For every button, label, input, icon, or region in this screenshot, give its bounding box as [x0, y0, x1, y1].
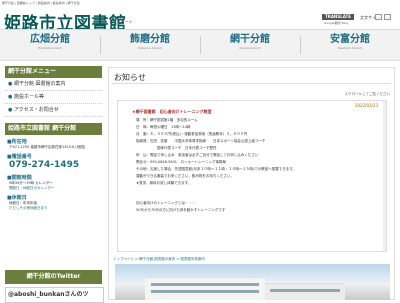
article-line: 50代から70代の方に向けた体を動かすトレーニングです — [136, 208, 226, 212]
article-line: その他：欠席した場合、先週図書館(月末１０時～１１時・１４時～１５時)での教室へ… — [136, 167, 296, 171]
library-building-photo — [115, 264, 390, 300]
nav-sub: Shikama branch — [137, 46, 163, 50]
branch-info-title: 姫路市立図書館 網干分館 — [5, 123, 102, 135]
nav-hirohata[interactable]: 広畑分館 Hirohata branch — [2, 34, 98, 56]
sidebar-item-facility[interactable]: ● 施設ホール等 — [5, 91, 102, 104]
nav-label: 安富分館 — [330, 34, 370, 45]
nav-sub: Hirohata branch — [37, 46, 63, 50]
hours-label: ■開館時間 — [7, 175, 32, 181]
address-text: 〒671-1255 姫路市網干区新在家1429-6 [地図] — [9, 145, 86, 149]
building-shape — [265, 283, 345, 300]
address-label: ■所在地 — [7, 139, 27, 145]
scrollbar[interactable] — [383, 101, 386, 251]
notice-scroll-box[interactable]: 2022/03/23 ★網干図書館 初心者向けトレーニング教室 場 所：網干図書… — [117, 100, 387, 252]
sidebar-item-access[interactable]: ● アクセス・お問合せ — [5, 104, 102, 117]
font-size-large-button[interactable] — [384, 14, 391, 20]
closed-link[interactable]: ただしその他休館日あり — [5, 206, 102, 211]
nav-divider — [300, 36, 301, 54]
sidebar-menu-title: 網干分館メニュー — [5, 66, 102, 78]
article-title: ★網干図書館 初心者向けトレーニング教室 — [132, 109, 212, 114]
nav-label: 広畑分館 — [30, 34, 70, 45]
article-line: 場 所：網干図書館1階 多目的ルーム — [136, 118, 198, 122]
phone-number[interactable]: 079-274-1495 — [5, 160, 102, 171]
top-breadcrumb-line: 網干分館 | 図書館トップ | 施設案内 | 各館案内 | 網干分館 — [2, 1, 80, 5]
article-line: 初心者向けのトレーニングとは・・・ — [136, 201, 196, 205]
breadcrumb[interactable]: トップページ > 網干分館 図書館の案内 > 図書館写真案内 — [113, 257, 205, 262]
twitter-title: 網干分館のTwitter — [5, 270, 102, 284]
sidebar-item-guide[interactable]: ● 網干分館 図書館の案内 — [5, 78, 102, 91]
twitter-account-link[interactable]: @aboshi_bunkanさんのツ — [5, 287, 104, 303]
font-size-standard-button[interactable] — [375, 14, 382, 20]
sidebar: 網干分館メニュー ● 網干分館 図書館の案内 ● 施設ホール等 ● アクセス・お… — [5, 66, 102, 211]
article-line: 問合せ：090-0648-5641 ロッキートレーニング事務局 — [136, 160, 227, 164]
building-shape — [145, 277, 265, 300]
nav-label: 網干分館 — [230, 34, 270, 45]
translate-powered: Google翻訳 Bing — [324, 21, 349, 25]
nav-yasutomi[interactable]: 安富分館 Yasutomi branch — [302, 34, 398, 56]
menu-label: アクセス・お問合せ — [13, 107, 59, 113]
window-band — [151, 283, 259, 286]
nav-aboshi[interactable]: 網干分館 Aboshi branch — [202, 34, 298, 56]
window-band — [151, 290, 259, 293]
home-link[interactable]: > トップページ — [104, 19, 133, 25]
main-content: お知らせ スクロールしてご覧ください 2022/03/23 ★網干図書館 初心者… — [108, 67, 395, 300]
heading-divider — [112, 83, 391, 84]
nav-sub: Yasutomi branch — [337, 46, 363, 50]
translate-button[interactable]: TRANSLATE — [322, 14, 354, 20]
article-line: 国体代表コーチ 日本代表コーチ歴任 — [136, 146, 217, 150]
branch-navigation: 広畑分館 Hirohata branch 飾磨分館 Shikama branch… — [0, 29, 400, 61]
nav-sub: Aboshi branch — [239, 46, 261, 50]
nav-divider — [200, 36, 201, 54]
article-line: 申 込：電話で申し込み 参加者は必ずご自分で電話してお申し込みください — [136, 153, 259, 157]
closed-label: ■休館日 — [7, 195, 27, 201]
menu-label: 施設ホール等 — [13, 94, 44, 100]
nav-label: 飾磨分館 — [130, 34, 170, 45]
menu-label: 網干分館 図書館の案内 — [13, 81, 66, 87]
article-line: 指導員：石田 佐藤 中国大学体育学指導 日本スポーツ協会公認上級コーチ — [136, 139, 266, 143]
window-band — [270, 289, 340, 292]
nav-shikama[interactable]: 飾磨分館 Shikama branch — [102, 34, 198, 56]
article-line: 月 謝：６，０００円(税込)・運動参加費用（別途教本）２，０００円 — [136, 132, 248, 136]
article-line: 運動ができる服装でお来ください。飲み物をお持ちください。 — [136, 174, 234, 178]
nav-divider — [100, 36, 101, 54]
calendar-link[interactable]: 開館日・休館日のカレンダー — [5, 186, 102, 191]
article-line: ★見学、無料お試し体験できます。 — [136, 181, 192, 185]
scroll-hint: スクロールしてご覧ください — [344, 92, 390, 96]
phone-label: ■電話番号 — [7, 154, 32, 160]
article-line: 日 時：毎週火曜日 13時～14時 — [136, 125, 191, 129]
notice-heading: お知らせ — [114, 73, 146, 82]
notice-date: 2022/03/23 — [354, 103, 378, 108]
